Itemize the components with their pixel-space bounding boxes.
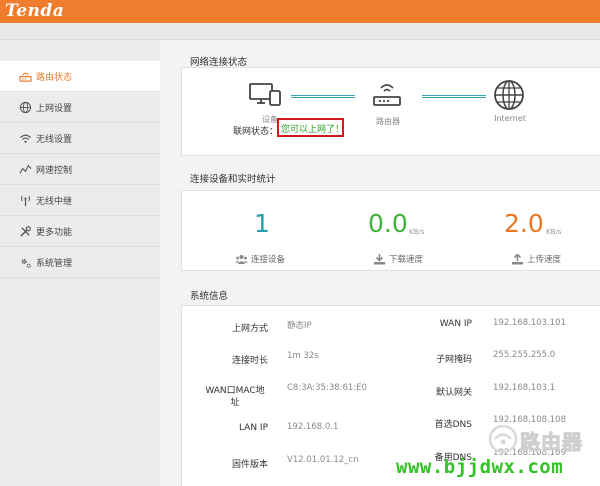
header-strip bbox=[0, 23, 600, 40]
info-value-wan-mac: C8:3A:35:38:61:E0 bbox=[287, 383, 367, 393]
info-value-wan-ip: 192.168.103.101 bbox=[493, 318, 567, 328]
main-content: 网络连接状态 设备 路由器 Internet 联网状态： 您可以上网了！ 连接设… bbox=[160, 40, 600, 486]
info-value-lan-ip: 192.168.0.1 bbox=[287, 422, 339, 432]
sidebar-item-label: 系统管理 bbox=[36, 258, 73, 269]
connected-devices-label[interactable]: 连接设备 bbox=[235, 253, 285, 265]
info-label-wan-mac-line2: 址 bbox=[230, 398, 240, 408]
top-header-bar: Tenda bbox=[0, 0, 600, 23]
info-label-wan-mac-line1: WAN口MAC地 bbox=[205, 386, 265, 396]
info-value-uptime: 1m 32s bbox=[287, 351, 319, 361]
sidebar-item-label: 路由状态 bbox=[36, 72, 73, 83]
sidebar-item-label: 更多功能 bbox=[36, 227, 73, 238]
network-status-title: 网络连接状态 bbox=[190, 57, 248, 68]
sidebar-item-label: 无线设置 bbox=[36, 134, 73, 145]
download-speed-value: 0.0 bbox=[368, 209, 408, 238]
router-device-icon[interactable] bbox=[372, 80, 402, 110]
devices-icon[interactable] bbox=[248, 82, 282, 108]
system-info-title: 系统信息 bbox=[190, 291, 229, 302]
router-label: 路由器 bbox=[376, 117, 400, 126]
sidebar: 路由状态 上网设置 无线设置 网速控制 无线中继 更多功能 系统管理 bbox=[0, 40, 160, 486]
router-icon bbox=[18, 69, 32, 83]
watermark-logo-text: 路由器 bbox=[520, 430, 583, 455]
info-label-wan-mac: WAN口MAC地 址 bbox=[200, 385, 270, 409]
connected-devices-text: 连接设备 bbox=[251, 255, 286, 265]
upload-speed-text: 上传速度 bbox=[527, 255, 562, 265]
info-label-subnet-mask: 子网掩码 bbox=[435, 355, 472, 365]
download-speed-text: 下载速度 bbox=[389, 255, 424, 265]
device-router-link bbox=[291, 95, 355, 98]
network-status-card: 设备 路由器 Internet 联网状态： 您可以上网了！ bbox=[181, 67, 600, 156]
sidebar-item-speed-control[interactable]: 网速控制 bbox=[0, 154, 160, 185]
download-icon bbox=[374, 253, 385, 264]
sidebar-item-more-features[interactable]: 更多功能 bbox=[0, 216, 160, 247]
sidebar-item-label: 网速控制 bbox=[36, 165, 73, 176]
wifi-icon bbox=[18, 131, 32, 145]
stats-title: 连接设备和实时统计 bbox=[190, 174, 276, 185]
connected-devices-count: 1 bbox=[254, 209, 270, 238]
connection-status-label: 联网状态： bbox=[233, 127, 279, 137]
upload-speed-label: 上传速度 bbox=[511, 253, 561, 265]
sidebar-item-wireless-repeater[interactable]: 无线中继 bbox=[0, 185, 160, 216]
upload-speed-unit: KB/s bbox=[546, 228, 562, 236]
tools-icon bbox=[18, 224, 32, 238]
internet-globe-icon[interactable] bbox=[493, 79, 525, 111]
watermark-logo: 路由器 bbox=[486, 422, 596, 456]
info-label-connection-type: 上网方式 bbox=[231, 324, 268, 334]
router-internet-link bbox=[422, 95, 486, 98]
globe-icon bbox=[18, 100, 32, 114]
upload-icon bbox=[512, 253, 523, 264]
connection-status-value: 您可以上网了！ bbox=[277, 118, 344, 137]
tenda-logo[interactable]: Tenda bbox=[5, 1, 64, 21]
stats-card: 1 连接设备 0.0 KB/s 下载速度 2.0 KB/s 上传速度 bbox=[181, 190, 600, 271]
download-speed-unit: KB/s bbox=[409, 228, 425, 236]
info-label-primary-dns: 首选DNS bbox=[434, 420, 472, 430]
info-label-firmware: 固件版本 bbox=[231, 460, 268, 470]
sidebar-item-system-management[interactable]: 系统管理 bbox=[0, 247, 160, 278]
info-value-firmware: V12.01.01.12_cn bbox=[287, 455, 359, 465]
internet-label: Internet bbox=[494, 114, 526, 123]
watermark-url: www.bjjdwx.com bbox=[396, 456, 564, 478]
sidebar-item-label: 上网设置 bbox=[36, 103, 73, 114]
antenna-icon bbox=[18, 193, 32, 207]
upload-speed-value: 2.0 bbox=[504, 209, 544, 238]
sidebar-item-router-status[interactable]: 路由状态 bbox=[0, 61, 160, 92]
sidebar-item-internet-settings[interactable]: 上网设置 bbox=[0, 92, 160, 123]
info-value-subnet-mask: 255.255.255.0 bbox=[493, 350, 556, 360]
speed-graph-icon bbox=[18, 162, 32, 176]
info-label-wan-ip: WAN IP bbox=[439, 319, 472, 329]
users-icon bbox=[235, 254, 248, 264]
download-speed-label: 下载速度 bbox=[373, 253, 423, 265]
info-value-gateway: 192.168.103.1 bbox=[493, 383, 556, 393]
info-value-connection-type: 静态IP bbox=[287, 321, 312, 331]
gear-icon bbox=[18, 255, 32, 269]
info-label-gateway: 默认网关 bbox=[435, 388, 472, 398]
info-label-lan-ip: LAN IP bbox=[238, 423, 268, 433]
info-label-uptime: 连接时长 bbox=[231, 356, 268, 366]
sidebar-item-wireless-settings[interactable]: 无线设置 bbox=[0, 123, 160, 154]
sidebar-item-label: 无线中继 bbox=[36, 196, 73, 207]
